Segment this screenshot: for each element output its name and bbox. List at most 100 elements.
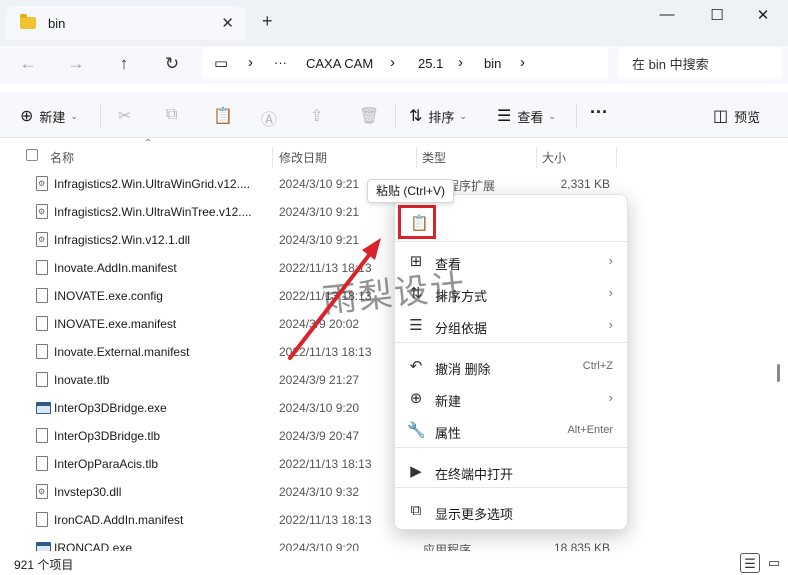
new-button[interactable]: ⊕ 新建 ⌄ xyxy=(20,106,78,126)
select-all-checkbox[interactable] xyxy=(26,149,38,161)
new-tab-button[interactable]: + xyxy=(262,11,273,32)
up-arrow-icon[interactable]: ↑ xyxy=(112,54,136,74)
sort-label: 排序 xyxy=(428,109,455,125)
breadcrumb-more[interactable]: ··· xyxy=(274,55,287,70)
file-name: Infragistics2.Win.UltraWinTree.v12.... xyxy=(54,205,252,219)
file-name: Infragistics2.Win.v12.1.dll xyxy=(54,233,191,247)
menu-item-new[interactable]: ⊕ 新建 › xyxy=(395,383,627,413)
file-date: 2024/3/9 21:27 xyxy=(279,373,360,387)
file-icon xyxy=(36,456,48,471)
undo-icon: ↶ xyxy=(409,358,423,375)
copy-button[interactable]: ⧉ xyxy=(166,106,183,124)
sort-icon: ⇅ xyxy=(409,108,423,125)
file-name: IronCAD.AddIn.manifest xyxy=(54,513,184,527)
search-input[interactable]: 在 bin 中搜索 xyxy=(618,47,782,79)
column-date[interactable]: 修改日期 xyxy=(279,149,327,171)
command-bar: ⊕ 新建 ⌄ ✂ ⧉ 📋 Ⓐ ⇪ 🗑 ⇅ 排序 ⌄ ☰ 查看 ⌄ ··· ◫ 预… xyxy=(0,92,788,138)
view-button[interactable]: ☰ 查看 ⌄ xyxy=(497,106,556,126)
chevron-right-icon: › xyxy=(608,390,613,405)
cut-button[interactable]: ✂ xyxy=(118,106,137,126)
paste-button[interactable]: 📋 xyxy=(213,106,239,126)
address-bar: ← → ↑ ↻ ▭ › ··· CAXA CAM › 25.1 › bin › … xyxy=(0,46,788,84)
menu-item-label: 新建 xyxy=(435,394,462,409)
item-count: 921 个项目 xyxy=(14,558,74,572)
column-type[interactable]: 类型 xyxy=(422,149,446,171)
column-name[interactable]: 名称 xyxy=(50,149,74,171)
menu-divider xyxy=(395,487,627,488)
file-date: 2022/11/13 18:13 xyxy=(279,513,372,527)
annotation-arrow xyxy=(288,238,381,360)
breadcrumb[interactable]: ▭ › ··· CAXA CAM › 25.1 › bin › xyxy=(202,47,608,79)
file-date: 2024/3/10 9:21 xyxy=(279,205,360,219)
menu-shortcut: Ctrl+Z xyxy=(582,360,613,372)
details-view-icon[interactable]: ☰ xyxy=(740,553,760,573)
wrench-icon: 🔧 xyxy=(407,422,426,439)
status-bar: 921 个项目 ☰ ▭ xyxy=(0,551,788,575)
more-options-icon: ⧉ xyxy=(410,502,422,519)
paste-tooltip: 粘贴 (Ctrl+V) xyxy=(367,179,455,203)
file-name: Inovate.External.manifest xyxy=(54,345,190,359)
preview-button[interactable]: ◫ 预览 xyxy=(713,106,760,126)
menu-item-group[interactable]: ☰ 分组依据 › xyxy=(395,310,627,340)
menu-divider xyxy=(395,342,627,343)
dll-file-icon xyxy=(36,176,48,191)
share-icon: ⇪ xyxy=(310,108,324,125)
refresh-icon[interactable]: ↻ xyxy=(160,54,184,74)
vertical-scrollbar[interactable] xyxy=(777,364,780,382)
column-divider[interactable] xyxy=(272,146,273,168)
tiles-view-icon[interactable]: ▭ xyxy=(764,553,784,573)
divider xyxy=(576,104,577,128)
sort-button[interactable]: ⇅ 排序 ⌄ xyxy=(409,106,467,126)
file-name: InterOpParaAcis.tlb xyxy=(54,457,159,471)
dll-file-icon xyxy=(36,204,48,219)
back-arrow-icon[interactable]: ← xyxy=(16,54,40,74)
column-divider[interactable] xyxy=(616,146,617,168)
dll-file-icon xyxy=(36,484,48,499)
plus-circle-icon: ⊕ xyxy=(20,108,34,125)
tab-bin[interactable]: bin ✕ xyxy=(6,6,246,40)
breadcrumb-25-1[interactable]: 25.1 xyxy=(418,56,443,71)
column-divider[interactable] xyxy=(536,146,537,168)
file-date: 2024/3/10 9:21 xyxy=(279,177,360,191)
folder-icon xyxy=(20,14,36,29)
menu-item-label: 撤消 删除 xyxy=(435,362,491,377)
menu-item-label: 属性 xyxy=(435,426,462,441)
file-name: Inovate.AddIn.manifest xyxy=(54,261,177,275)
menu-item-undo-delete[interactable]: ↶ 撤消 删除 Ctrl+Z xyxy=(395,351,627,381)
menu-item-open-terminal[interactable]: ▶ 在终端中打开 xyxy=(395,456,627,486)
file-name: InterOp3DBridge.exe xyxy=(54,401,167,415)
breadcrumb-caxa-cam[interactable]: CAXA CAM xyxy=(306,56,373,71)
menu-item-show-more[interactable]: ⧉ 显示更多选项 xyxy=(395,496,627,526)
maximize-button[interactable]: ☐ xyxy=(702,6,732,24)
delete-button[interactable]: 🗑 xyxy=(359,106,385,126)
file-date: 2024/3/10 9:32 xyxy=(279,485,360,499)
chevron-right-icon: › xyxy=(608,253,613,268)
terminal-icon: ▶ xyxy=(410,463,422,480)
preview-label: 预览 xyxy=(734,109,761,125)
rename-button[interactable]: Ⓐ xyxy=(261,106,283,130)
menu-item-properties[interactable]: 🔧 属性 Alt+Enter xyxy=(395,415,627,445)
paste-menu-button[interactable]: 📋 xyxy=(398,205,436,239)
share-button[interactable]: ⇪ xyxy=(310,106,329,126)
tab-close-button[interactable]: ✕ xyxy=(221,14,234,32)
file-name: INOVATE.exe.config xyxy=(54,289,163,303)
menu-item-label: 在终端中打开 xyxy=(435,467,514,482)
scissors-icon: ✂ xyxy=(118,108,132,125)
breadcrumb-chevron-icon[interactable]: › xyxy=(520,54,525,71)
file-date: 2024/3/10 9:20 xyxy=(279,401,360,415)
more-options-button[interactable]: ··· xyxy=(590,102,608,123)
column-size[interactable]: 大小 xyxy=(542,149,566,171)
breadcrumb-bin[interactable]: bin xyxy=(484,56,501,71)
file-name: INOVATE.exe.manifest xyxy=(54,317,177,331)
monitor-icon: ▭ xyxy=(214,55,229,72)
file-name: Infragistics2.Win.UltraWinGrid.v12.... xyxy=(54,177,251,191)
chevron-right-icon: › xyxy=(608,285,613,300)
forward-arrow-icon[interactable]: → xyxy=(64,54,88,74)
column-divider[interactable] xyxy=(416,146,417,168)
group-list-icon: ☰ xyxy=(409,317,423,334)
minimize-button[interactable]: — xyxy=(652,6,682,23)
close-window-button[interactable]: ✕ xyxy=(748,6,778,24)
menu-item-label: 分组依据 xyxy=(435,321,488,336)
file-name: Inovate.tlb xyxy=(54,373,110,387)
view-label: 查看 xyxy=(517,109,544,125)
